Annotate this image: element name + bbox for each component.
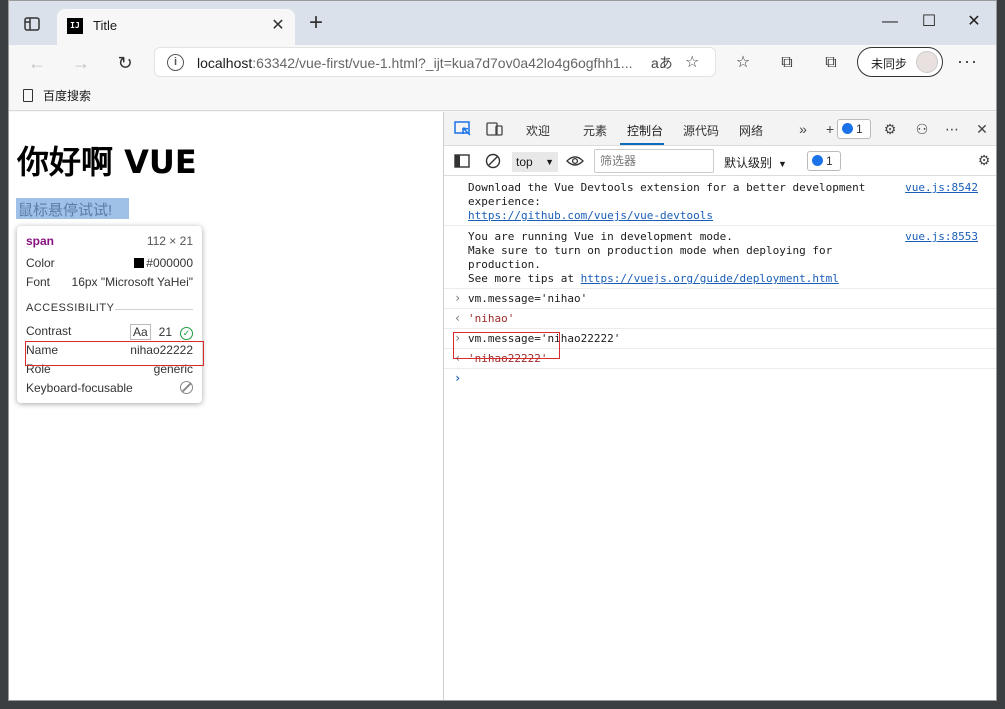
console-message: Download the Vue Devtools extension for … xyxy=(444,177,996,226)
chevron-down-icon: ▼ xyxy=(545,157,554,167)
hover-text[interactable]: 鼠标悬停试试! xyxy=(16,198,129,219)
color-swatch xyxy=(134,258,145,268)
page-heading: 你好啊 VUE xyxy=(17,143,197,181)
issue-icon xyxy=(842,123,853,134)
sidebar-toggle-icon[interactable] xyxy=(454,154,470,168)
tab-title[interactable]: IJ Title ✕ xyxy=(57,9,295,45)
back-button[interactable]: ← xyxy=(23,50,51,76)
url-text[interactable]: localhost:63342/vue-first/vue-1.html?_ij… xyxy=(197,55,632,71)
page-viewport: 你好啊 VUE 鼠标悬停试试! span 112 × 21 Color #000… xyxy=(9,112,443,700)
tooltip-contrast-row: Contrast Aa 21 ✓ xyxy=(26,324,193,342)
clear-console-icon[interactable] xyxy=(485,153,501,169)
console-toolbar: top ▼ 筛选器 默认级别 ▼ 1 ⚙ xyxy=(444,146,996,176)
source-link[interactable]: vue.js:8553 xyxy=(905,230,978,244)
devtools-link[interactable]: https://github.com/vuejs/vue-devtools xyxy=(468,209,713,222)
keyboard-label: Keyboard-focusable xyxy=(26,381,133,395)
forward-button[interactable]: → xyxy=(67,50,95,76)
element-size: 112 × 21 xyxy=(146,234,193,248)
extensions-icon[interactable]: ⧉ xyxy=(820,53,842,73)
console-prompt[interactable]: › xyxy=(444,369,996,389)
favorites-icon[interactable]: ☆ xyxy=(732,53,754,73)
collections-icon[interactable]: ⧉ xyxy=(776,53,798,73)
read-aloud-icon[interactable]: aあ xyxy=(651,53,673,73)
bookmark-item[interactable]: 百度搜索 xyxy=(23,87,91,104)
tab-sources[interactable]: 源代码 xyxy=(683,122,719,139)
tab-console[interactable]: 控制台 xyxy=(627,122,663,139)
source-link[interactable]: vue.js:8542 xyxy=(905,181,978,195)
accessibility-heading: ACCESSIBILITY xyxy=(26,302,115,314)
new-tab-button[interactable]: + xyxy=(305,11,327,35)
console-issues-badge[interactable]: 1 xyxy=(807,151,841,171)
tooltip-header: span 112 × 21 xyxy=(26,234,193,252)
maximize-button[interactable]: ☐ xyxy=(917,11,941,35)
inspect-icon[interactable] xyxy=(454,121,472,137)
result-highlight-box xyxy=(453,332,560,359)
font-value: 16px "Microsoft YaHei" xyxy=(71,275,193,289)
tab-network[interactable]: 网络 xyxy=(739,122,763,139)
tab-title-label: Title xyxy=(93,18,118,33)
close-tab-icon[interactable]: ✕ xyxy=(269,17,287,35)
not-focusable-icon xyxy=(180,381,193,395)
issues-badge[interactable]: 1 xyxy=(837,119,871,139)
tab-strip: IJ Title ✕ + — ☐ ✕ xyxy=(9,1,996,45)
name-highlight-box xyxy=(25,341,204,366)
close-window-button[interactable]: ✕ xyxy=(962,11,986,35)
devtools-tabbar: 欢迎 元素 控制台 源代码 网络 » + 1 ⚙ ⚇ ⋯ ✕ xyxy=(444,112,996,146)
profile-button[interactable]: 未同步 xyxy=(857,47,943,77)
more-tabs-icon[interactable]: » xyxy=(793,120,813,138)
prompt-chevron-icon: › xyxy=(454,371,462,385)
tooltip-keyboard-row: Keyboard-focusable xyxy=(26,381,193,399)
profile-label: 未同步 xyxy=(871,57,908,71)
settings-more-icon[interactable]: ··· xyxy=(957,51,978,72)
bookmark-label: 百度搜索 xyxy=(43,89,92,103)
tooltip-color-row: Color #000000 xyxy=(26,256,193,274)
contrast-value: Aa 21 ✓ xyxy=(129,324,193,340)
refresh-button[interactable]: ↻ xyxy=(111,50,139,76)
device-toolbar-icon[interactable] xyxy=(486,121,504,137)
font-label: Font xyxy=(26,275,51,289)
console-settings-gear-icon[interactable]: ⚙ xyxy=(974,151,994,169)
avatar xyxy=(916,51,938,73)
divider xyxy=(115,309,193,310)
log-levels-dropdown[interactable]: 默认级别 ▼ xyxy=(724,154,787,171)
input-chevron-icon: › xyxy=(454,291,462,305)
tab-elements[interactable]: 元素 xyxy=(583,122,607,139)
more-options-icon[interactable]: ⋯ xyxy=(942,120,962,138)
close-devtools-icon[interactable]: ✕ xyxy=(972,120,992,138)
chevron-down-icon: ▼ xyxy=(778,159,787,169)
active-tab-indicator xyxy=(620,143,664,145)
browser-toolbar: ← → ↻ i localhost:63342/vue-first/vue-1.… xyxy=(9,45,996,81)
console-filter-input[interactable]: 筛选器 xyxy=(594,149,714,173)
document-icon xyxy=(23,89,33,102)
browser-window: IJ Title ✕ + — ☐ ✕ ← → ↻ i localhost:633… xyxy=(8,0,997,701)
color-label: Color xyxy=(26,256,55,270)
console-message: You are running Vue in development mode.… xyxy=(444,226,996,289)
console-input-line: › vm.message='nihao' xyxy=(444,289,996,309)
devtools-panel: 欢迎 元素 控制台 源代码 网络 » + 1 ⚙ ⚇ ⋯ ✕ top ▼ 筛选器… xyxy=(443,112,996,700)
feedback-icon[interactable]: ⚇ xyxy=(912,120,932,138)
console-result-line: ‹'nihao' xyxy=(444,309,996,329)
tab-welcome[interactable]: 欢迎 xyxy=(526,122,550,139)
tab-actions-icon[interactable] xyxy=(23,15,41,33)
issue-icon xyxy=(812,155,823,166)
inspect-tooltip: span 112 × 21 Color #000000 Font 16px "M… xyxy=(17,226,202,403)
tooltip-font-row: Font 16px "Microsoft YaHei" xyxy=(26,275,193,293)
add-favorite-icon[interactable]: ☆ xyxy=(685,52,699,72)
live-expression-eye-icon[interactable] xyxy=(566,155,584,167)
check-icon: ✓ xyxy=(180,327,193,340)
settings-gear-icon[interactable]: ⚙ xyxy=(880,120,900,138)
deployment-link[interactable]: https://vuejs.org/guide/deployment.html xyxy=(581,272,839,285)
element-tag: span xyxy=(26,234,55,248)
bookmarks-bar: 百度搜索 xyxy=(9,81,996,111)
minimize-button[interactable]: — xyxy=(878,11,902,35)
intellij-icon: IJ xyxy=(67,18,83,34)
context-select[interactable]: top ▼ xyxy=(512,152,558,172)
result-chevron-icon: ‹ xyxy=(454,311,462,325)
contrast-label: Contrast xyxy=(26,324,72,338)
address-bar[interactable]: i localhost:63342/vue-first/vue-1.html?_… xyxy=(154,47,716,77)
color-value: #000000 xyxy=(134,256,193,270)
site-info-icon[interactable]: i xyxy=(167,54,184,71)
